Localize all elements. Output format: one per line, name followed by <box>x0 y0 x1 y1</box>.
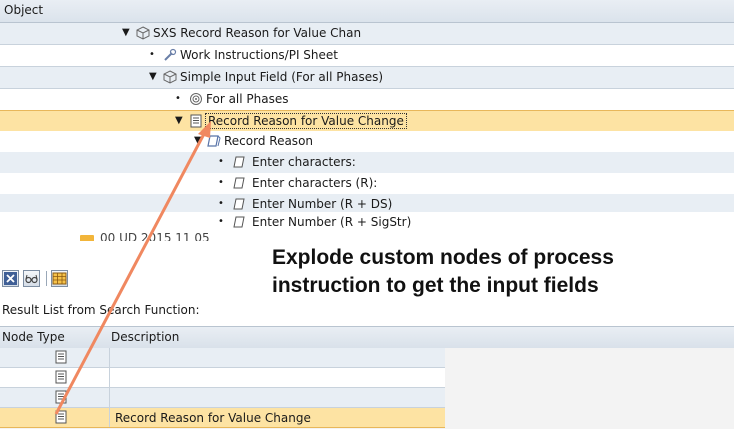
tree-node-label: Enter Number (R + DS) <box>252 197 393 211</box>
target-icon <box>190 93 202 105</box>
leaf-bullet-icon: • <box>218 216 224 227</box>
annotation-callout: Explode custom nodes of process instruct… <box>272 244 732 300</box>
wrench-icon <box>164 48 177 61</box>
document-icon <box>55 350 67 364</box>
toolbar-separator <box>46 271 47 286</box>
document-icon <box>190 114 202 128</box>
result-list-label: Result List from Search Function: <box>2 303 200 317</box>
tree-node-sxs-record-reason[interactable]: ▼ SXS Record Reason for Value Chan <box>0 23 734 45</box>
table-row[interactable] <box>0 388 445 408</box>
table-row-selected[interactable]: Record Reason for Value Change <box>0 408 445 428</box>
folder-icon <box>80 235 94 241</box>
tree-node-simple-input-field[interactable]: ▼ Simple Input Field (For all Phases) <box>0 67 734 89</box>
glasses-icon <box>25 274 38 284</box>
document-icon <box>55 390 67 404</box>
tree-node-partial[interactable]: 00 UD 2015 11 05 <box>0 231 734 241</box>
tree-node-label: For all Phases <box>206 92 289 106</box>
process-icon <box>163 70 177 84</box>
tree-header: Object <box>0 0 734 23</box>
grid-icon <box>52 272 67 285</box>
tree-node-enter-characters[interactable]: • Enter characters: <box>0 152 734 174</box>
expand-icon[interactable]: ▼ <box>122 27 130 38</box>
tree-node-label: SXS Record Reason for Value Chan <box>153 26 362 40</box>
leaf-bullet-icon: • <box>218 156 224 167</box>
document-icon <box>55 410 67 424</box>
leaf-bullet-icon: • <box>149 49 155 60</box>
close-icon <box>4 272 17 285</box>
tree-node-label: Enter characters (R): <box>252 176 378 190</box>
display-button[interactable] <box>23 270 40 287</box>
expand-icon[interactable]: ▼ <box>175 115 183 126</box>
result-grid-header: Node Type Description <box>0 326 734 349</box>
table-row[interactable] <box>0 368 445 388</box>
node-type-cell <box>0 388 110 407</box>
result-toolbar <box>0 268 240 290</box>
tree-node-record-reason[interactable]: ▼ Record Reason <box>0 131 734 153</box>
node-type-cell <box>0 408 110 427</box>
node-type-cell <box>0 368 110 387</box>
expand-icon[interactable]: ▼ <box>149 71 157 82</box>
leaf-bullet-icon: • <box>218 198 224 209</box>
tree-node-enter-characters-r[interactable]: • Enter characters (R): <box>0 173 734 195</box>
close-button[interactable] <box>2 270 19 287</box>
document-icon <box>55 370 67 384</box>
column-header-description[interactable]: Description <box>111 330 179 344</box>
description-cell: Record Reason for Value Change <box>115 411 311 425</box>
tree-node-label: 00 UD 2015 11 05 <box>100 231 210 241</box>
tree-node-label: Enter Number (R + SigStr) <box>252 215 412 229</box>
tree-node-work-instructions[interactable]: • Work Instructions/PI Sheet <box>0 45 734 67</box>
result-grid: Record Reason for Value Change <box>0 348 734 429</box>
tree-node-label: Record Reason <box>224 134 314 148</box>
tree-node-label: Simple Input Field (For all Phases) <box>180 70 384 84</box>
process-icon <box>136 26 150 40</box>
leaf-bullet-icon: • <box>175 93 181 104</box>
tree-node-label: Record Reason for Value Change <box>205 113 407 129</box>
layout-button[interactable] <box>51 270 68 287</box>
annotation-line: Explode custom nodes of process <box>272 246 614 269</box>
tree-node-label: Enter characters: <box>252 155 356 169</box>
node-type-cell <box>0 348 110 367</box>
tree-header-label: Object <box>4 3 44 17</box>
expand-icon[interactable]: ▼ <box>194 135 202 146</box>
parameter-icon <box>207 135 221 147</box>
column-header-node-type[interactable]: Node Type <box>2 330 65 344</box>
field-icon <box>233 177 245 189</box>
tree-node-record-reason-for-value-change[interactable]: ▼ Record Reason for Value Change <box>0 110 734 133</box>
tree-node-label: Work Instructions/PI Sheet <box>180 48 339 62</box>
field-icon <box>233 198 245 210</box>
field-icon <box>233 156 245 168</box>
annotation-line: instruction to get the input fields <box>272 274 599 297</box>
leaf-bullet-icon: • <box>218 177 224 188</box>
tree-node-for-all-phases[interactable]: • For all Phases <box>0 89 734 111</box>
field-icon <box>233 216 245 228</box>
table-row[interactable] <box>0 348 445 368</box>
